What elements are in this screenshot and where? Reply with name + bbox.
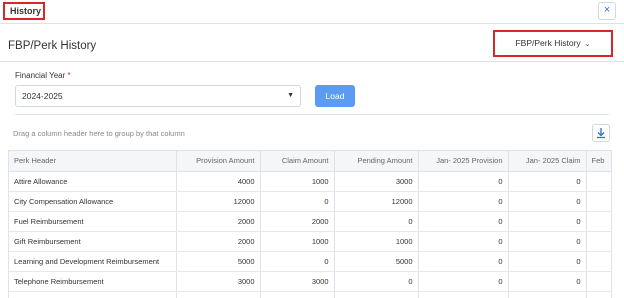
top-bar: History × [0, 0, 624, 24]
export-button[interactable] [592, 124, 610, 142]
chevron-down-icon: ⌄ [584, 41, 591, 48]
table-row[interactable]: City Compensation Allowance 12000 0 1200… [9, 191, 611, 212]
feb-cell [586, 171, 611, 192]
jan-provision-cell: 0 [418, 171, 509, 192]
claim-amount-cell: 3000 [260, 271, 335, 292]
history-type-dropdown[interactable]: FBP/Perk History ⌄ [497, 34, 609, 53]
feb-cell [586, 211, 611, 232]
pending-amount-cell: 0 [334, 211, 419, 232]
pending-amount-cell [334, 291, 419, 298]
claim-amount-cell: 0 [260, 251, 335, 272]
feb-cell [586, 271, 611, 292]
perk-header-cell [9, 291, 177, 298]
financial-year-label-text: Financial Year [15, 71, 66, 80]
column-header[interactable]: Feb [586, 151, 611, 172]
jan-provision-cell [418, 291, 509, 298]
perk-header-cell: Fuel Reimbursement [9, 211, 177, 232]
close-icon: × [603, 4, 611, 16]
pending-amount-cell: 5000 [334, 251, 419, 272]
jan-claim-cell: 0 [508, 251, 587, 272]
jan-claim-cell: 0 [508, 271, 587, 292]
table-row[interactable]: Learning and Development Reimbursement 5… [9, 251, 611, 272]
header-divider [0, 61, 624, 62]
column-header[interactable]: Perk Header [9, 151, 177, 172]
provision-amount-cell: 12000 [176, 191, 261, 212]
table-row[interactable]: Telephone Reimbursement 3000 3000 0 0 0 [9, 271, 611, 292]
tab-history[interactable]: History [3, 2, 45, 20]
pending-amount-cell: 0 [334, 271, 419, 292]
jan-provision-cell: 0 [418, 191, 509, 212]
group-by-hint[interactable]: Drag a column header here to group by th… [13, 129, 185, 138]
table-row[interactable] [9, 291, 611, 298]
history-dropdown-highlight: FBP/Perk History ⌄ [493, 30, 613, 57]
download-icon [597, 128, 605, 139]
financial-year-select[interactable]: 2024-2025 ▼ [15, 85, 301, 107]
jan-provision-cell: 0 [418, 231, 509, 252]
caret-down-icon: ▼ [287, 92, 294, 99]
perk-header-cell: City Compensation Allowance [9, 191, 177, 212]
column-header[interactable]: Jan- 2025 Claim [508, 151, 587, 172]
jan-claim-cell: 0 [508, 231, 587, 252]
perk-header-cell: Learning and Development Reimbursement [9, 251, 177, 272]
perk-header-cell: Telephone Reimbursement [9, 271, 177, 292]
claim-amount-cell: 1000 [260, 231, 335, 252]
provision-amount-cell: 3000 [176, 271, 261, 292]
page-title: FBP/Perk History [8, 40, 97, 52]
jan-provision-cell: 0 [418, 251, 509, 272]
column-header[interactable]: Jan- 2025 Provision [418, 151, 509, 172]
financial-year-value: 2024-2025 [22, 91, 63, 101]
table-row[interactable]: Gift Reimbursement 2000 1000 1000 0 0 [9, 231, 611, 252]
close-button[interactable]: × [598, 2, 616, 20]
provision-amount-cell: 2000 [176, 211, 261, 232]
feb-cell [586, 231, 611, 252]
pending-amount-cell: 1000 [334, 231, 419, 252]
perk-header-cell: Attire Allowance [9, 171, 177, 192]
feb-cell [586, 251, 611, 272]
grid-header-row: Perk Header Provision Amount Claim Amoun… [9, 151, 611, 172]
jan-provision-cell: 0 [418, 271, 509, 292]
financial-year-label: Financial Year * [15, 71, 71, 80]
pending-amount-cell: 12000 [334, 191, 419, 212]
jan-claim-cell: 0 [508, 171, 587, 192]
claim-amount-cell [260, 291, 335, 298]
jan-claim-cell [508, 291, 587, 298]
claim-amount-cell: 0 [260, 191, 335, 212]
provision-amount-cell: 2000 [176, 231, 261, 252]
provision-amount-cell: 4000 [176, 171, 261, 192]
provision-amount-cell [176, 291, 261, 298]
feb-cell [586, 291, 611, 298]
column-header[interactable]: Claim Amount [260, 151, 335, 172]
table-row[interactable]: Attire Allowance 4000 1000 3000 0 0 [9, 171, 611, 192]
pending-amount-cell: 3000 [334, 171, 419, 192]
table-row[interactable]: Fuel Reimbursement 2000 2000 0 0 0 [9, 211, 611, 232]
column-header[interactable]: Provision Amount [176, 151, 261, 172]
claim-amount-cell: 1000 [260, 171, 335, 192]
form-divider [15, 114, 609, 115]
jan-claim-cell: 0 [508, 211, 587, 232]
history-dropdown-value: FBP/Perk History [515, 38, 581, 48]
feb-cell [586, 191, 611, 212]
jan-provision-cell: 0 [418, 211, 509, 232]
claim-amount-cell: 2000 [260, 211, 335, 232]
jan-claim-cell: 0 [508, 191, 587, 212]
column-header[interactable]: Pending Amount [334, 151, 419, 172]
provision-amount-cell: 5000 [176, 251, 261, 272]
load-button[interactable]: Load [315, 85, 355, 107]
perk-history-grid: Perk Header Provision Amount Claim Amoun… [8, 150, 612, 298]
required-mark: * [67, 71, 71, 80]
perk-header-cell: Gift Reimbursement [9, 231, 177, 252]
